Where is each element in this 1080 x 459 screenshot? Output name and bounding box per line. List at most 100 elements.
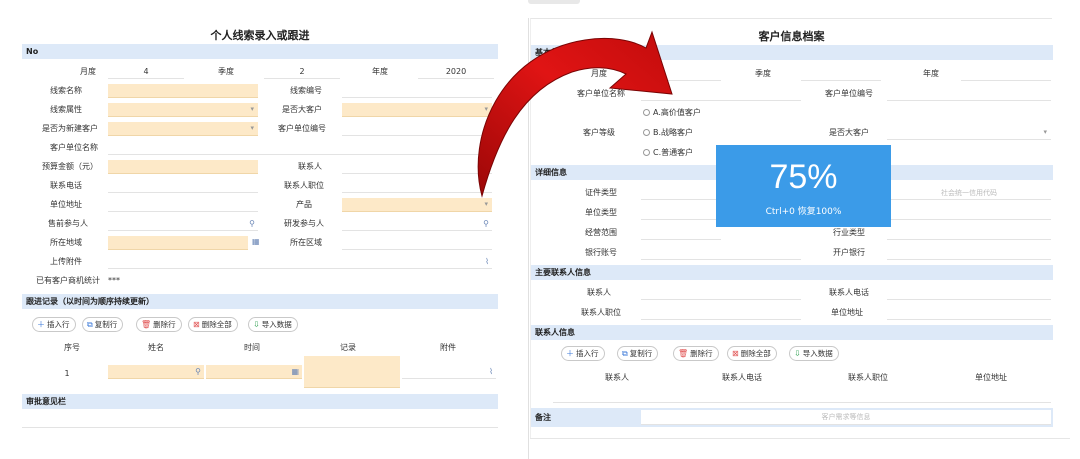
row-time-input[interactable]: ▦ bbox=[206, 365, 302, 379]
unit-code-input[interactable] bbox=[887, 87, 1051, 101]
paperclip-icon[interactable]: ⌇ bbox=[489, 366, 493, 378]
delete-row-button[interactable]: 🗑 删除行 bbox=[673, 346, 719, 361]
trash-icon: 🗑 bbox=[141, 320, 152, 329]
row-name-input[interactable]: ⚲ bbox=[108, 365, 204, 379]
bank-input[interactable] bbox=[887, 246, 1051, 260]
is-new-select[interactable]: ▾ bbox=[108, 122, 258, 136]
table-header: 单位地址 bbox=[975, 373, 1007, 382]
import-icon: ⇩ bbox=[794, 349, 801, 358]
remarks-placeholder: 客户需求等信息 bbox=[821, 413, 871, 421]
contact-position-label: 联系人职位 bbox=[284, 181, 324, 190]
year-field[interactable] bbox=[961, 67, 1051, 81]
remarks-input[interactable]: 客户需求等信息 bbox=[641, 410, 1051, 425]
transition-arrow bbox=[477, 30, 673, 198]
delete-all-button[interactable]: ⊠ 删除全部 bbox=[727, 346, 777, 361]
quarter-field[interactable]: 2 bbox=[264, 65, 340, 79]
table-header: 记录 bbox=[340, 343, 356, 352]
table-header: 联系人职位 bbox=[848, 373, 888, 382]
quarter-label: 季度 bbox=[755, 69, 771, 78]
quarter-field[interactable] bbox=[801, 67, 881, 81]
zoom-percent: 75% bbox=[769, 158, 838, 196]
copy-icon: ⧉ bbox=[87, 320, 93, 329]
calendar-icon[interactable]: ▦ bbox=[252, 236, 260, 248]
is-major-label: 是否大客户 bbox=[829, 128, 869, 137]
copy-row-button[interactable]: ⧉ 复制行 bbox=[617, 346, 659, 361]
lead-name-input[interactable] bbox=[108, 84, 258, 98]
zoom-level-overlay: 75% Ctrl+0 恢复100% bbox=[716, 145, 891, 227]
approval-section: 审批意见栏 bbox=[22, 394, 498, 409]
credit-code-input[interactable]: 社会统一信用代码 bbox=[887, 186, 1051, 200]
delete-all-button[interactable]: ⊠ 删除全部 bbox=[188, 317, 238, 332]
delete-row-button[interactable]: 🗑 删除行 bbox=[136, 317, 182, 332]
table-header: 联系人 bbox=[605, 373, 629, 382]
contact-label: 联系人 bbox=[587, 288, 611, 297]
chevron-down-icon: ▾ bbox=[250, 124, 254, 132]
scope-label: 经营范围 bbox=[585, 228, 617, 237]
month-field[interactable]: 4 bbox=[108, 65, 184, 79]
address-input[interactable] bbox=[108, 198, 258, 212]
contact-input[interactable] bbox=[641, 286, 801, 300]
credit-code-placeholder: 社会统一信用代码 bbox=[941, 189, 997, 197]
section-no: No bbox=[22, 44, 498, 59]
unit-type-extra-input[interactable] bbox=[887, 206, 1051, 220]
copy-row-button[interactable]: ⧉ 复制行 bbox=[82, 317, 124, 332]
contact-phone-input[interactable] bbox=[887, 286, 1051, 300]
user-icon[interactable]: ⚲ bbox=[249, 218, 255, 230]
bank-account-input[interactable] bbox=[641, 246, 801, 260]
attachment-label: 上传附件 bbox=[50, 257, 82, 266]
area-input[interactable] bbox=[342, 236, 492, 250]
window-bottom-border bbox=[530, 438, 1070, 439]
insert-row-button[interactable]: ＋插入行 bbox=[561, 346, 605, 361]
unit-code-label: 客户单位编号 bbox=[825, 89, 873, 98]
industry-input[interactable] bbox=[887, 226, 1051, 240]
contact-label: 联系人 bbox=[298, 162, 322, 171]
lead-attr-select[interactable]: ▾ bbox=[108, 103, 258, 117]
presale-input[interactable]: ⚲ bbox=[108, 217, 258, 231]
opportunity-stats-label: 已有客户商机统计 bbox=[36, 276, 100, 285]
approval-input[interactable] bbox=[22, 414, 498, 428]
is-major-select[interactable]: ▾ bbox=[887, 126, 1051, 140]
plus-icon: ＋ bbox=[37, 320, 45, 329]
delete-all-icon: ⊠ bbox=[193, 320, 200, 329]
user-icon[interactable]: ⚲ bbox=[483, 218, 489, 230]
user-icon[interactable]: ⚲ bbox=[195, 366, 201, 378]
region-input[interactable] bbox=[108, 236, 248, 250]
bank-label: 开户银行 bbox=[833, 248, 865, 257]
budget-label: 预算金额（元） bbox=[42, 162, 98, 171]
scope-input[interactable] bbox=[641, 226, 721, 240]
copy-icon: ⧉ bbox=[622, 349, 628, 358]
contact-position-input[interactable] bbox=[641, 306, 801, 320]
row-record-textarea[interactable] bbox=[304, 356, 400, 388]
insert-row-button[interactable]: ＋插入行 bbox=[32, 317, 76, 332]
budget-input[interactable] bbox=[108, 160, 258, 174]
rnd-input[interactable]: ⚲ bbox=[342, 217, 492, 231]
calendar-icon[interactable]: ▦ bbox=[291, 366, 299, 378]
lead-code-label: 线索编号 bbox=[290, 86, 322, 95]
unit-address-input[interactable] bbox=[887, 306, 1051, 320]
phone-input[interactable] bbox=[108, 179, 258, 193]
paperclip-icon[interactable]: ⌇ bbox=[485, 256, 489, 268]
customer-unit-name-input[interactable] bbox=[108, 141, 492, 155]
region-label: 所在地域 bbox=[50, 238, 82, 247]
attachment-input[interactable]: ⌇ bbox=[108, 255, 492, 269]
unit-type-input[interactable] bbox=[641, 206, 721, 220]
presale-label: 售前参与人 bbox=[48, 219, 88, 228]
is-major-label: 是否大客户 bbox=[282, 105, 322, 114]
contact-table-row[interactable] bbox=[553, 389, 1051, 403]
opportunity-stats-value: *** bbox=[108, 276, 120, 285]
zoom-reset-hint: Ctrl+0 恢复100% bbox=[765, 207, 842, 217]
phone-label: 联系电话 bbox=[50, 181, 82, 190]
lead-name-label: 线索名称 bbox=[50, 86, 82, 95]
table-header: 联系人电话 bbox=[722, 373, 762, 382]
customer-unit-name-label: 客户单位名称 bbox=[50, 143, 98, 152]
contact-section: 联系人信息 bbox=[531, 325, 1053, 340]
row-attachment-input[interactable]: ⌇ bbox=[402, 365, 496, 379]
bank-account-label: 银行账号 bbox=[585, 248, 617, 257]
import-data-button[interactable]: ⇩ 导入数据 bbox=[789, 346, 839, 361]
year-label: 年度 bbox=[372, 67, 388, 76]
import-data-button[interactable]: ⇩ 导入数据 bbox=[248, 317, 298, 332]
left-form-title: 个人线索录入或跟进 bbox=[210, 29, 310, 42]
import-icon: ⇩ bbox=[253, 320, 260, 329]
delete-all-icon: ⊠ bbox=[732, 349, 739, 358]
main-contact-section: 主要联系人信息 bbox=[531, 265, 1053, 280]
